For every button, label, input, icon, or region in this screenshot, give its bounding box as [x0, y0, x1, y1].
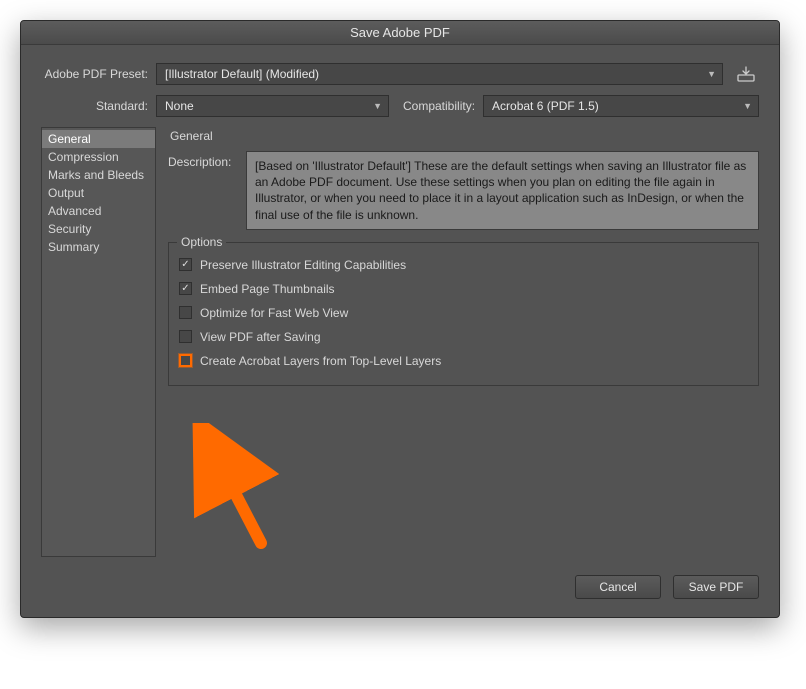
sidebar-item-summary[interactable]: Summary	[42, 238, 155, 256]
panel-general: General Description: [Based on 'Illustra…	[156, 127, 759, 557]
option-row: Embed Page Thumbnails	[179, 277, 748, 301]
option-label: Preserve Illustrator Editing Capabilitie…	[200, 258, 406, 272]
chevron-down-icon: ▼	[707, 69, 716, 79]
dialog-footer: Cancel Save PDF	[41, 557, 759, 599]
titlebar: Save Adobe PDF	[21, 21, 779, 45]
preset-value: [Illustrator Default] (Modified)	[165, 67, 319, 81]
save-preset-icon	[737, 66, 755, 82]
option-checkbox[interactable]	[179, 282, 192, 295]
save-preset-button[interactable]	[733, 63, 759, 85]
option-checkbox[interactable]	[179, 306, 192, 319]
option-label: Optimize for Fast Web View	[200, 306, 348, 320]
option-label: Create Acrobat Layers from Top-Level Lay…	[200, 354, 441, 368]
cancel-button[interactable]: Cancel	[575, 575, 661, 599]
sidebar-item-marks-and-bleeds[interactable]: Marks and Bleeds	[42, 166, 155, 184]
standard-label: Standard:	[41, 99, 156, 113]
sidebar-item-advanced[interactable]: Advanced	[42, 202, 155, 220]
description-label: Description:	[168, 151, 246, 169]
panel-title: General	[168, 127, 759, 151]
main-area: GeneralCompressionMarks and BleedsOutput…	[41, 127, 759, 557]
sidebar-item-security[interactable]: Security	[42, 220, 155, 238]
preset-row: Adobe PDF Preset: [Illustrator Default] …	[41, 63, 759, 85]
option-label: View PDF after Saving	[200, 330, 321, 344]
save-pdf-button[interactable]: Save PDF	[673, 575, 759, 599]
save-pdf-dialog: Save Adobe PDF Adobe PDF Preset: [Illust…	[20, 20, 780, 618]
compatibility-value: Acrobat 6 (PDF 1.5)	[492, 99, 599, 113]
option-label: Embed Page Thumbnails	[200, 282, 335, 296]
chevron-down-icon: ▼	[743, 101, 752, 111]
option-row: Optimize for Fast Web View	[179, 301, 748, 325]
sidebar-item-output[interactable]: Output	[42, 184, 155, 202]
options-legend: Options	[177, 235, 226, 249]
standard-row: Standard: None ▼ Compatibility: Acrobat …	[41, 95, 759, 117]
standard-select[interactable]: None ▼	[156, 95, 389, 117]
option-row: Preserve Illustrator Editing Capabilitie…	[179, 253, 748, 277]
option-checkbox[interactable]	[179, 258, 192, 271]
compatibility-label: Compatibility:	[389, 99, 483, 113]
option-row: View PDF after Saving	[179, 325, 748, 349]
sidebar-item-compression[interactable]: Compression	[42, 148, 155, 166]
chevron-down-icon: ▼	[373, 101, 382, 111]
options-fieldset: Options Preserve Illustrator Editing Cap…	[168, 242, 759, 386]
preset-select[interactable]: [Illustrator Default] (Modified) ▼	[156, 63, 723, 85]
option-row: Create Acrobat Layers from Top-Level Lay…	[179, 349, 748, 373]
option-checkbox[interactable]	[179, 330, 192, 343]
sidebar: GeneralCompressionMarks and BleedsOutput…	[41, 127, 156, 557]
dialog-content: Adobe PDF Preset: [Illustrator Default] …	[21, 45, 779, 617]
dialog-title: Save Adobe PDF	[350, 25, 450, 40]
sidebar-item-general[interactable]: General	[42, 130, 155, 148]
save-pdf-label: Save PDF	[689, 580, 744, 594]
cancel-label: Cancel	[599, 580, 636, 594]
description-row: Description: [Based on 'Illustrator Defa…	[168, 151, 759, 230]
standard-value: None	[165, 99, 194, 113]
compatibility-select[interactable]: Acrobat 6 (PDF 1.5) ▼	[483, 95, 759, 117]
preset-label: Adobe PDF Preset:	[41, 67, 156, 81]
description-textarea[interactable]: [Based on 'Illustrator Default'] These a…	[246, 151, 759, 230]
option-checkbox[interactable]	[179, 354, 192, 367]
